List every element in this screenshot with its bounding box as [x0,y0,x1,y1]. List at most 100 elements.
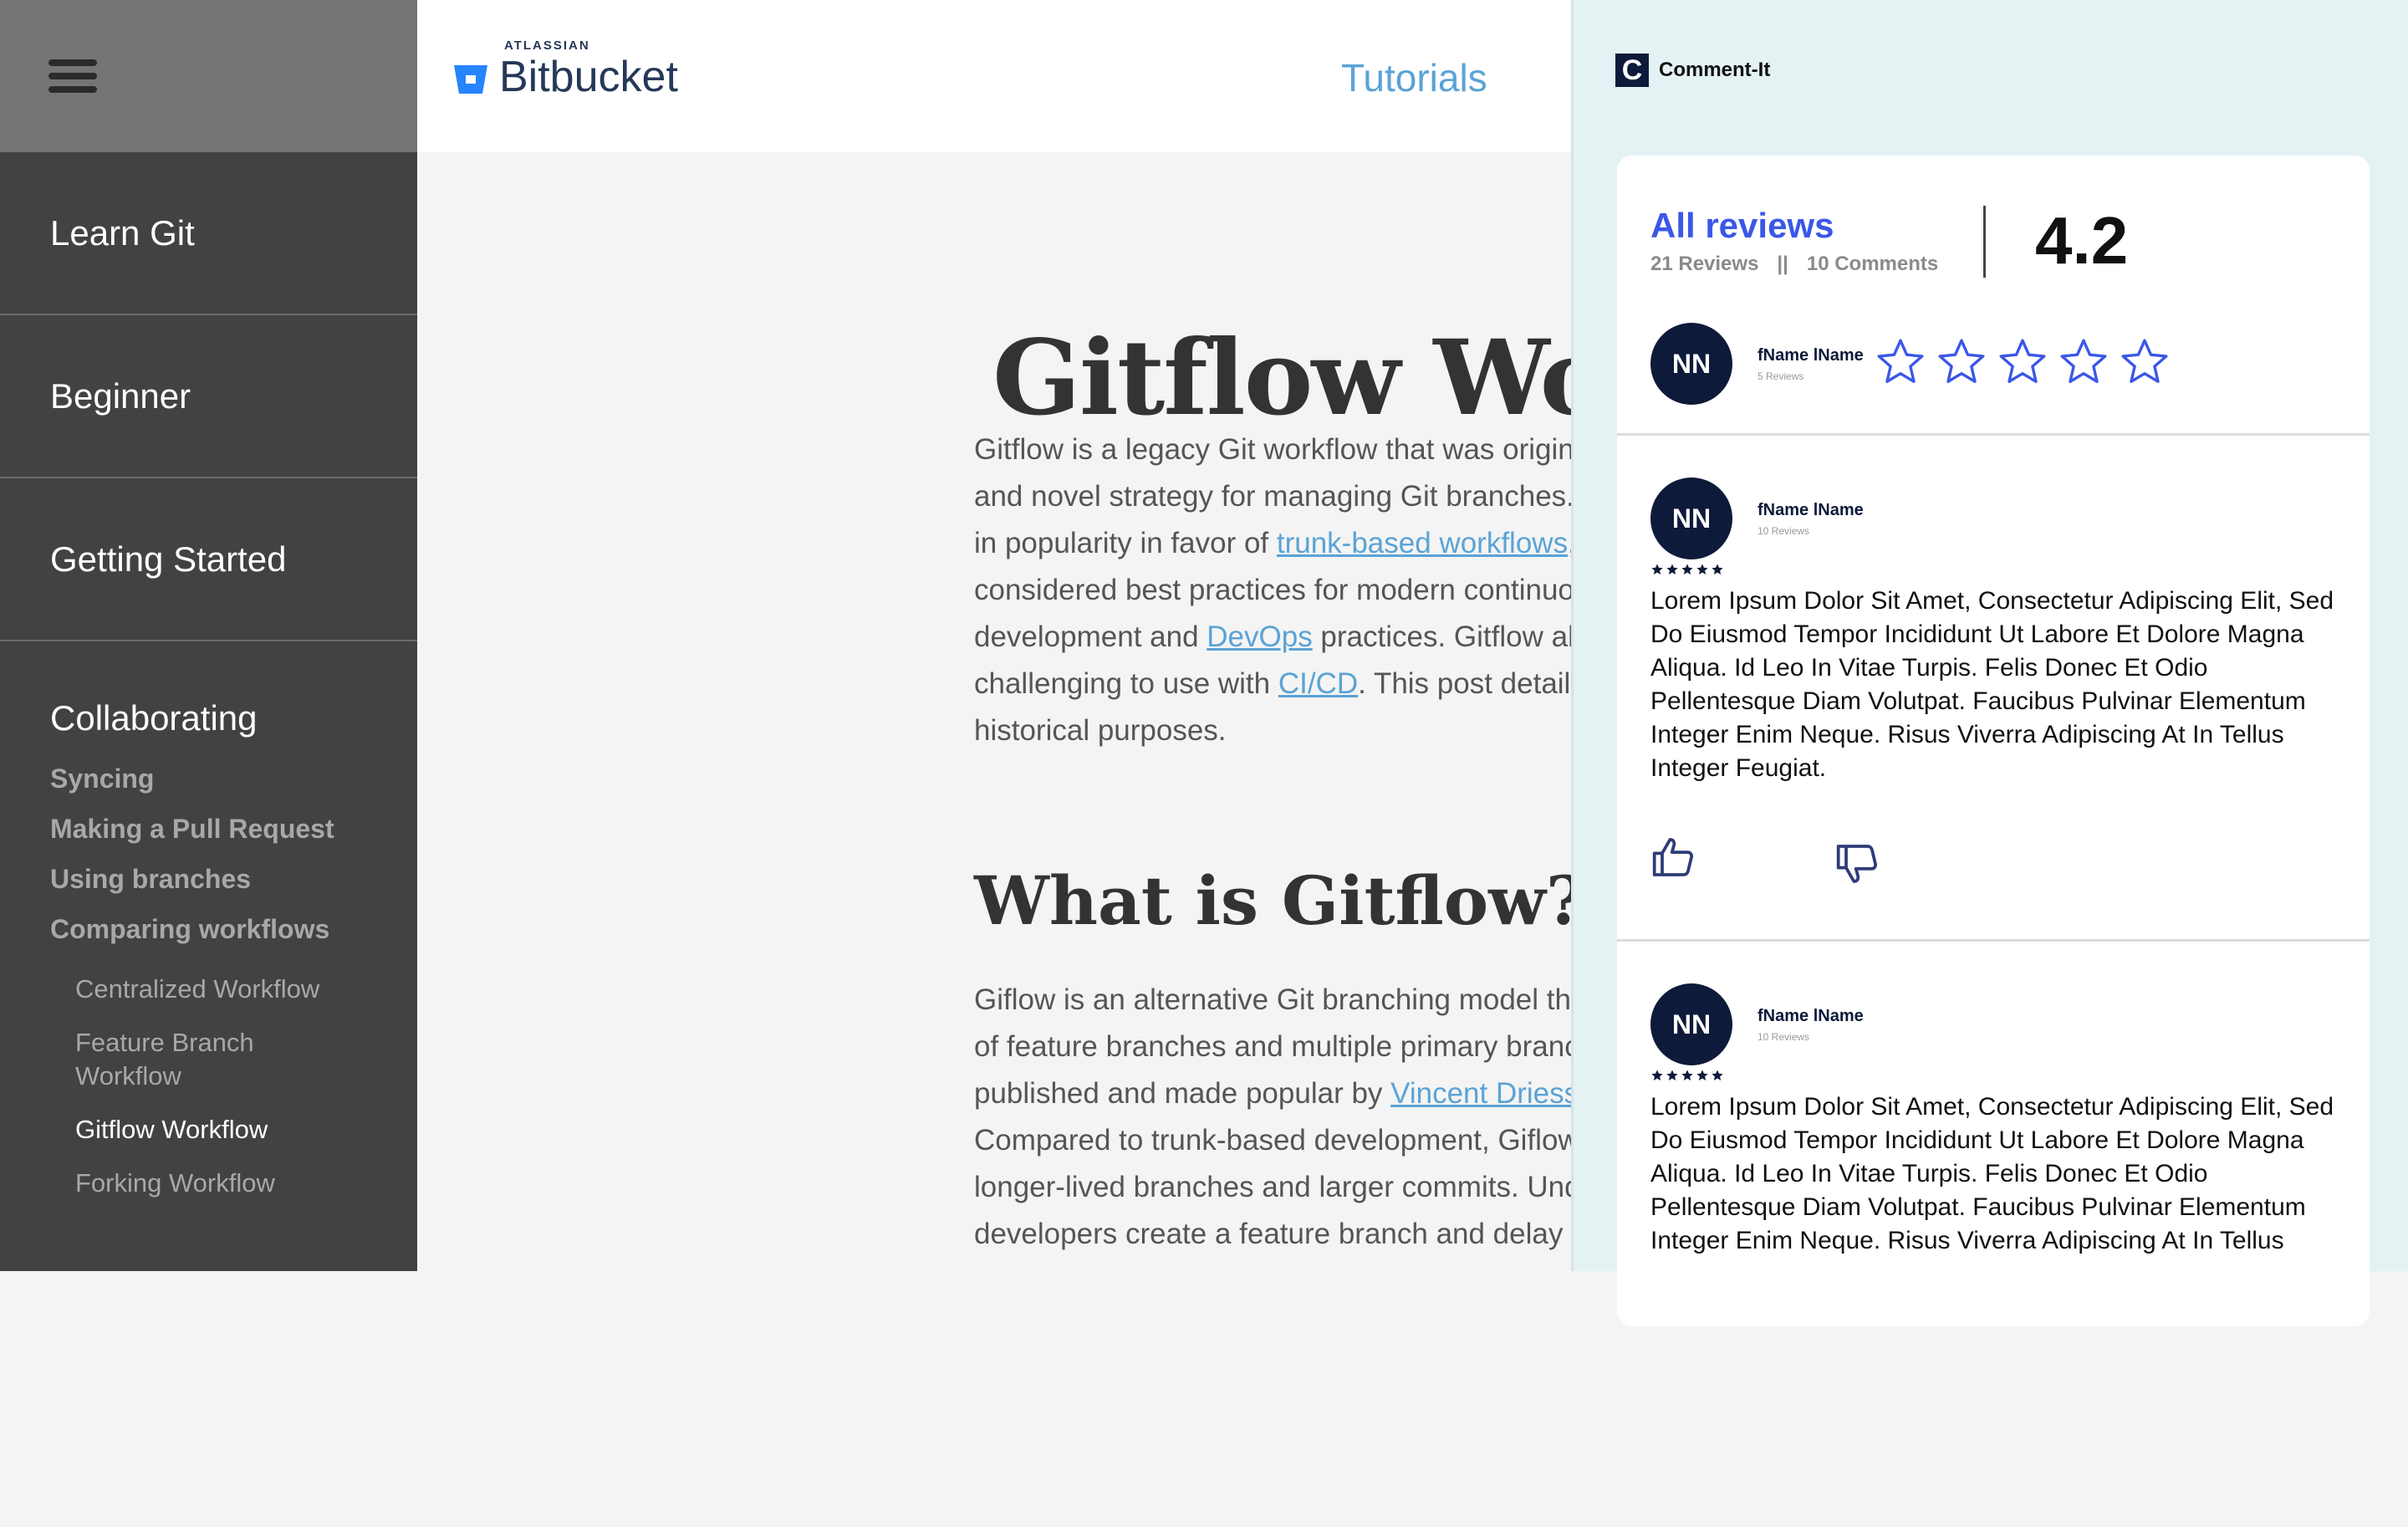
comment-it-logo-icon: C [1615,54,1649,87]
sidebar-item-learn-git[interactable]: Learn Git [0,152,417,315]
article-content: Gitflow Workflow Gitflow is a legacy Git… [417,152,1571,1271]
user-name: fName lName [1758,501,1864,519]
text-span: challenging to use with [974,667,1278,700]
paragraph-line: longer-lived branches and larger commits… [974,1164,1571,1211]
star-filled-icon [1696,564,1708,575]
thumbs-up-icon[interactable] [1650,834,1697,881]
star-filled-icon [1651,564,1663,575]
sidebar-section-collaborating: Collaborating Syncing Making a Pull Requ… [0,641,417,1200]
nav-tutorials-link[interactable]: Tutorials [1341,55,1487,100]
text-span: Compared to trunk-based development, Gif… [974,1124,1571,1157]
star-filled-icon [1651,1070,1663,1080]
review-counts: 21 Reviews || 10 Comments [1650,253,1938,276]
page-title: Gitflow Workflow [992,318,1571,439]
review-stars [1650,563,1726,576]
inline-link[interactable]: CI/CD [1278,667,1358,700]
paragraph-line: development and DevOps practices. Gitflo… [974,614,1571,661]
paragraph-line: historical purposes. [974,707,1571,754]
sidebar-top [0,0,417,152]
paragraph-line: Gitflow is a legacy Git workflow that wa… [974,426,1571,473]
intro-paragraph: Gitflow is a legacy Git workflow that wa… [974,426,1571,754]
sidebar-item-pull-request[interactable]: Making a Pull Request [50,804,417,854]
text-span: published and made popular by [974,1077,1391,1110]
reviews-count: 21 Reviews [1650,253,1759,275]
avatar: NN [1650,478,1732,559]
user-name: fName lName [1758,1007,1864,1025]
star-filled-icon [1712,1070,1723,1080]
text-span: and novel strategy for managing Git bran… [974,480,1571,513]
text-span: in popularity in favor of [974,527,1277,559]
text-span: Gitflow is a legacy Git workflow that wa… [974,433,1571,466]
sidebar-item-feature-branch-workflow[interactable]: Feature Branch Workflow [50,1026,417,1093]
sidebar-item-beginner[interactable]: Beginner [0,315,417,478]
inline-link[interactable]: Vincent Driessen at nvie [1390,1077,1571,1110]
star-outline-icon[interactable] [1997,336,2048,388]
comments-count: 10 Comments [1806,253,1939,275]
bitbucket-icon [454,65,487,94]
thumbs-down-icon[interactable] [1834,840,1881,887]
sidebar: Learn Git Beginner Getting Started Colla… [0,0,417,1271]
star-outline-icon[interactable] [1875,336,1926,388]
sidebar-item-label: Feature Branch [75,1028,254,1057]
section-paragraph: Giflow is an alternative Git branching m… [974,977,1571,1258]
star-outline-icon[interactable] [2058,336,2110,388]
review-text: Lorem Ipsum Dolor Sit Amet, Consectetur … [1650,587,2334,782]
sidebar-item-label: Workflow [75,1061,181,1090]
paragraph-line: of feature branches and multiple primary… [974,1024,1571,1070]
sidebar-item-centralized-workflow[interactable]: Centralized Workflow [50,973,417,1006]
sidebar-item-collaborating[interactable]: Collaborating [50,698,417,738]
hamburger-menu-icon[interactable] [48,59,97,93]
rating-input [1875,336,2180,388]
user-review-count: 5 Reviews [1758,370,1804,382]
counts-separator: || [1777,253,1788,275]
paragraph-line: published and made popular by Vincent Dr… [974,1070,1571,1117]
panel-title: Comment-It [1659,59,1771,81]
text-span: developers create a feature branch and d… [974,1218,1571,1250]
bitbucket-logo[interactable]: ATLASSIAN Bitbucket [452,38,678,100]
star-filled-icon [1696,1070,1708,1080]
text-span: Giflow is an alternative Git branching m… [974,983,1571,1016]
paragraph-line: in popularity in favor of trunk-based wo… [974,520,1571,567]
star-filled-icon [1666,564,1678,575]
star-filled-icon [1666,1070,1678,1080]
review-stars [1650,1069,1726,1082]
review-text: Lorem Ipsum Dolor Sit Amet, Consectetur … [1650,1093,2334,1254]
inline-link[interactable]: DevOps [1207,621,1312,653]
sidebar-item-comparing-workflows[interactable]: Comparing workflows [50,904,417,954]
text-span: of feature branches and multiple primary… [974,1030,1571,1063]
user-review-count: 10 Reviews [1758,1031,1810,1043]
star-filled-icon [1712,564,1723,575]
paragraph-line: considered best practices for modern con… [974,567,1571,614]
sidebar-item-getting-started[interactable]: Getting Started [0,478,417,641]
sidebar-item-forking-workflow[interactable]: Forking Workflow [50,1167,417,1200]
comment-panel: C Comment-It All reviews 21 Reviews || 10 … [1571,0,2408,1326]
reviews-summary: All reviews 21 Reviews || 10 Comments 4.2 … [1617,156,2370,436]
review-item: NN fName lName 10 Reviews Lorem Ipsum Do… [1617,942,2370,1527]
review-author: NN fName lName 10 Reviews [1650,983,1864,1065]
review-author: NN fName lName 10 Reviews [1650,478,1864,559]
text-span: . This post details Gitflow for [1358,667,1571,700]
sidebar-item-using-branches[interactable]: Using branches [50,854,417,904]
text-span: considered best practices for modern con… [974,574,1571,606]
sidebar-item-syncing[interactable]: Syncing [50,753,417,804]
panel-header: C Comment-It [1615,54,1770,87]
paragraph-line: developers create a feature branch and d… [974,1211,1571,1258]
inline-link[interactable]: trunk-based workflows [1277,527,1568,559]
average-rating: 4.2 [2035,203,2129,278]
avatar: NN [1650,323,1732,405]
paragraph-line: challenging to use with CI/CD. This post… [974,661,1571,707]
star-outline-icon[interactable] [2119,336,2171,388]
user-review-count: 10 Reviews [1758,525,1810,537]
star-outline-icon[interactable] [1936,336,1987,388]
review-item: NN fName lName 10 Reviews Lorem Ipsum Do… [1617,436,2370,942]
sidebar-item-gitflow-workflow[interactable]: Gitflow Workflow [50,1113,417,1147]
section-heading: What is Gitflow? [974,861,1571,940]
paragraph-line: Giflow is an alternative Git branching m… [974,977,1571,1024]
text-span: practices. Gitflow also can be [1320,621,1571,653]
paragraph-line: Compared to trunk-based development, Gif… [974,1117,1571,1164]
paragraph-line: and novel strategy for managing Git bran… [974,473,1571,520]
current-user: NN fName lName 5 Reviews [1650,323,1864,405]
text-span: historical purposes. [974,714,1227,747]
all-reviews-link[interactable]: All reviews [1650,206,1834,246]
text-span: longer-lived branches and larger commits… [974,1171,1571,1203]
